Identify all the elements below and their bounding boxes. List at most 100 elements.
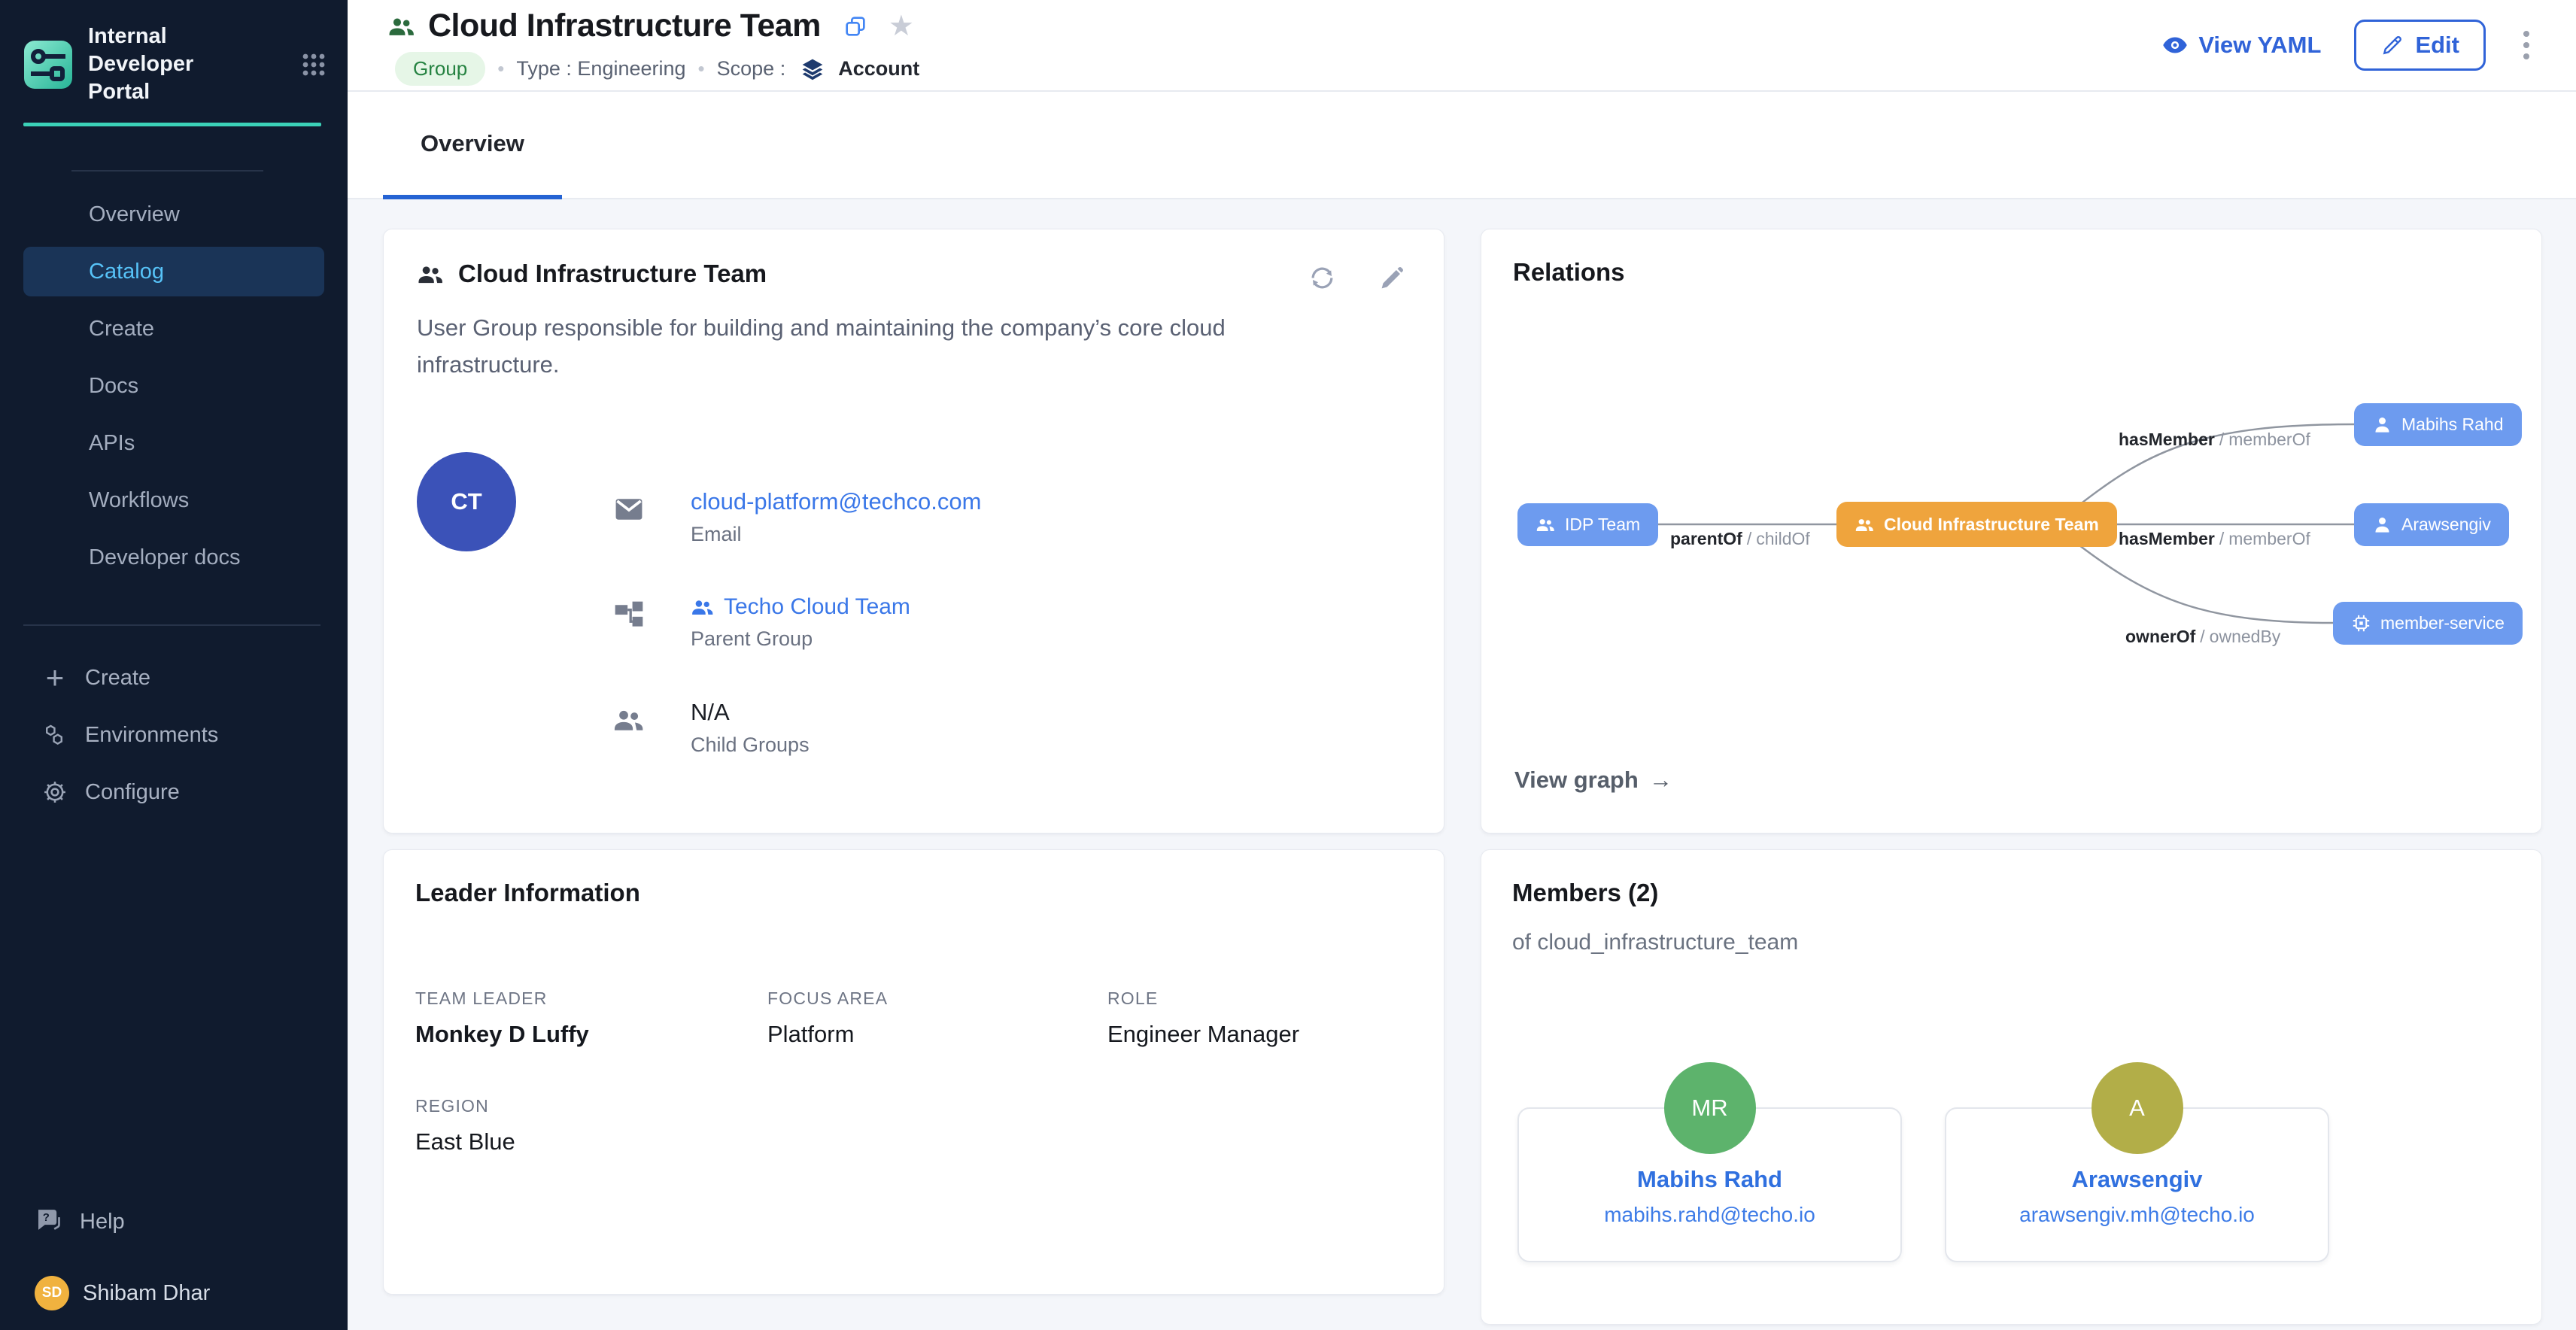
sidebar-action-environments[interactable]: Environments: [23, 710, 324, 760]
sidebar-item-overview[interactable]: Overview: [23, 190, 324, 239]
view-graph-label: View graph: [1514, 767, 1639, 794]
favorite-star-icon[interactable]: ★: [889, 12, 914, 41]
app-logo-icon: [23, 40, 73, 90]
sidebar-item-workflows[interactable]: Workflows: [23, 475, 324, 525]
app-window: Internal Developer Portal Overview Catal…: [0, 0, 2576, 1330]
sidebar-divider: [71, 170, 263, 172]
sidebar: Internal Developer Portal Overview Catal…: [0, 0, 348, 1330]
graph-node-idp-team[interactable]: IDP Team: [1517, 503, 1658, 546]
hexagons-icon: [41, 721, 68, 749]
members-subtitle: of cloud_infrastructure_team: [1512, 930, 2511, 955]
member-card: A Arawsengiv arawsengiv.mh@techo.io: [1945, 1107, 2329, 1262]
person-icon: [2372, 414, 2392, 435]
sidebar-action-create[interactable]: + Create: [23, 653, 324, 703]
member-email-link[interactable]: arawsengiv.mh@techo.io: [1946, 1203, 2328, 1227]
svg-text:?: ?: [43, 1211, 50, 1224]
member-name-link[interactable]: Arawsengiv: [1946, 1166, 2328, 1193]
parent-group-link[interactable]: Techo Cloud Team: [691, 594, 910, 620]
user-avatar: SD: [35, 1276, 69, 1310]
graph-node-member-service[interactable]: member-service: [2333, 602, 2523, 645]
graph-node-cloud-infrastructure-team[interactable]: Cloud Infrastructure Team: [1836, 502, 2117, 547]
sidebar-item-catalog[interactable]: Catalog: [23, 247, 324, 296]
scope-label: Scope :: [717, 57, 786, 80]
edit-button[interactable]: Edit: [2354, 20, 2486, 71]
sidebar-item-apis[interactable]: APIs: [23, 418, 324, 468]
relations-graph: IDP Team Cloud Infrastructure Team: [1481, 229, 2543, 834]
type-label: Type : Engineering: [516, 57, 685, 80]
edge-label-hasmember-top: hasMember/memberOf: [2119, 430, 2310, 450]
meta-separator: •: [497, 57, 504, 80]
plus-icon: +: [41, 664, 68, 691]
view-graph-link[interactable]: View graph →: [1514, 767, 1672, 794]
user-menu[interactable]: SD Shibam Dhar: [35, 1276, 348, 1310]
team-avatar: CT: [417, 452, 516, 551]
field-role: ROLE Engineer Manager: [1107, 988, 1412, 1048]
help-button[interactable]: ? Help: [35, 1199, 348, 1244]
page-header: Cloud Infrastructure Team ★ Group • Type…: [348, 0, 2576, 92]
user-name: Shibam Dhar: [83, 1281, 210, 1306]
member-avatar: MR: [1664, 1062, 1756, 1154]
gear-icon: [41, 779, 68, 806]
field-region: REGION East Blue: [415, 1096, 767, 1155]
sidebar-nav: Overview Catalog Create Docs APIs Workfl…: [0, 182, 348, 590]
sidebar-divider: [23, 624, 320, 626]
group-icon: [417, 260, 445, 288]
copy-icon[interactable]: [843, 14, 867, 38]
view-yaml-button[interactable]: View YAML: [2161, 32, 2321, 59]
email-row: cloud-platform@techco.com Email: [612, 488, 981, 546]
member-email-link[interactable]: mabihs.rahd@techo.io: [1519, 1203, 1900, 1227]
apps-grid-icon[interactable]: [301, 52, 327, 77]
meta-separator: •: [698, 57, 705, 80]
sidebar-secondary-nav: + Create Environments: [0, 645, 348, 824]
members-card: Members (2) of cloud_infrastructure_team…: [1481, 849, 2542, 1325]
parent-group-label: Parent Group: [691, 627, 910, 651]
sidebar-action-label: Create: [85, 666, 150, 691]
hierarchy-icon: [612, 599, 646, 632]
member-avatar: A: [2091, 1062, 2183, 1154]
node-label: IDP Team: [1565, 515, 1640, 535]
view-yaml-label: View YAML: [2198, 32, 2321, 59]
group-icon: [387, 12, 416, 41]
brand-title: Internal Developer Portal: [88, 23, 261, 106]
service-chip-icon: [2351, 613, 2371, 633]
arrow-right-icon: →: [1649, 767, 1672, 794]
parent-group-name: Techo Cloud Team: [724, 594, 910, 620]
more-options-menu-icon[interactable]: [2519, 26, 2534, 64]
header-actions: View YAML Edit: [2161, 20, 2534, 71]
edge-label-parentof: parentOf/childOf: [1670, 529, 1810, 549]
sidebar-action-label: Environments: [85, 723, 218, 748]
layers-icon: [800, 57, 825, 81]
scope-value: Account: [838, 57, 919, 80]
sidebar-item-docs[interactable]: Docs: [23, 361, 324, 411]
edit-pencil-icon[interactable]: [1378, 264, 1406, 292]
child-groups-row: N/A Child Groups: [612, 699, 981, 757]
brand-row: Internal Developer Portal: [0, 0, 348, 106]
member-name-link[interactable]: Mabihs Rahd: [1519, 1166, 1900, 1193]
members-list: MR Mabihs Rahd mabihs.rahd@techo.io A Ar…: [1512, 1107, 2511, 1262]
group-icon: [691, 595, 715, 619]
members-title: Members (2): [1512, 879, 2511, 907]
help-chat-icon: ?: [35, 1207, 65, 1237]
sidebar-spacer: [0, 824, 348, 1199]
people-icon: [1855, 515, 1875, 535]
member-card: MR Mabihs Rahd mabihs.rahd@techo.io: [1517, 1107, 1902, 1262]
edge-label-hasmember-mid: hasMember/memberOf: [2119, 529, 2310, 549]
field-focus-area: FOCUS AREA Platform: [767, 988, 1107, 1048]
help-label: Help: [80, 1210, 125, 1234]
sidebar-action-label: Configure: [85, 780, 180, 805]
graph-node-arawsengiv[interactable]: Arawsengiv: [2354, 503, 2509, 546]
refresh-icon[interactable]: [1308, 264, 1336, 292]
tab-overview[interactable]: Overview: [383, 92, 562, 199]
eye-icon: [2161, 32, 2189, 59]
kind-badge: Group: [395, 52, 485, 86]
sidebar-item-create[interactable]: Create: [23, 304, 324, 354]
team-email-link[interactable]: cloud-platform@techco.com: [691, 488, 981, 515]
sidebar-action-configure[interactable]: Configure: [23, 767, 324, 817]
people-icon: [612, 703, 646, 736]
node-label: Mabihs Rahd: [2401, 414, 2504, 435]
graph-node-mabihs-rahd[interactable]: Mabihs Rahd: [2354, 403, 2522, 446]
pencil-icon: [2380, 33, 2404, 57]
tab-bar: Overview: [348, 92, 2576, 199]
sidebar-item-developer-docs[interactable]: Developer docs: [23, 533, 324, 582]
field-team-leader: TEAM LEADER Monkey D Luffy: [415, 988, 767, 1048]
